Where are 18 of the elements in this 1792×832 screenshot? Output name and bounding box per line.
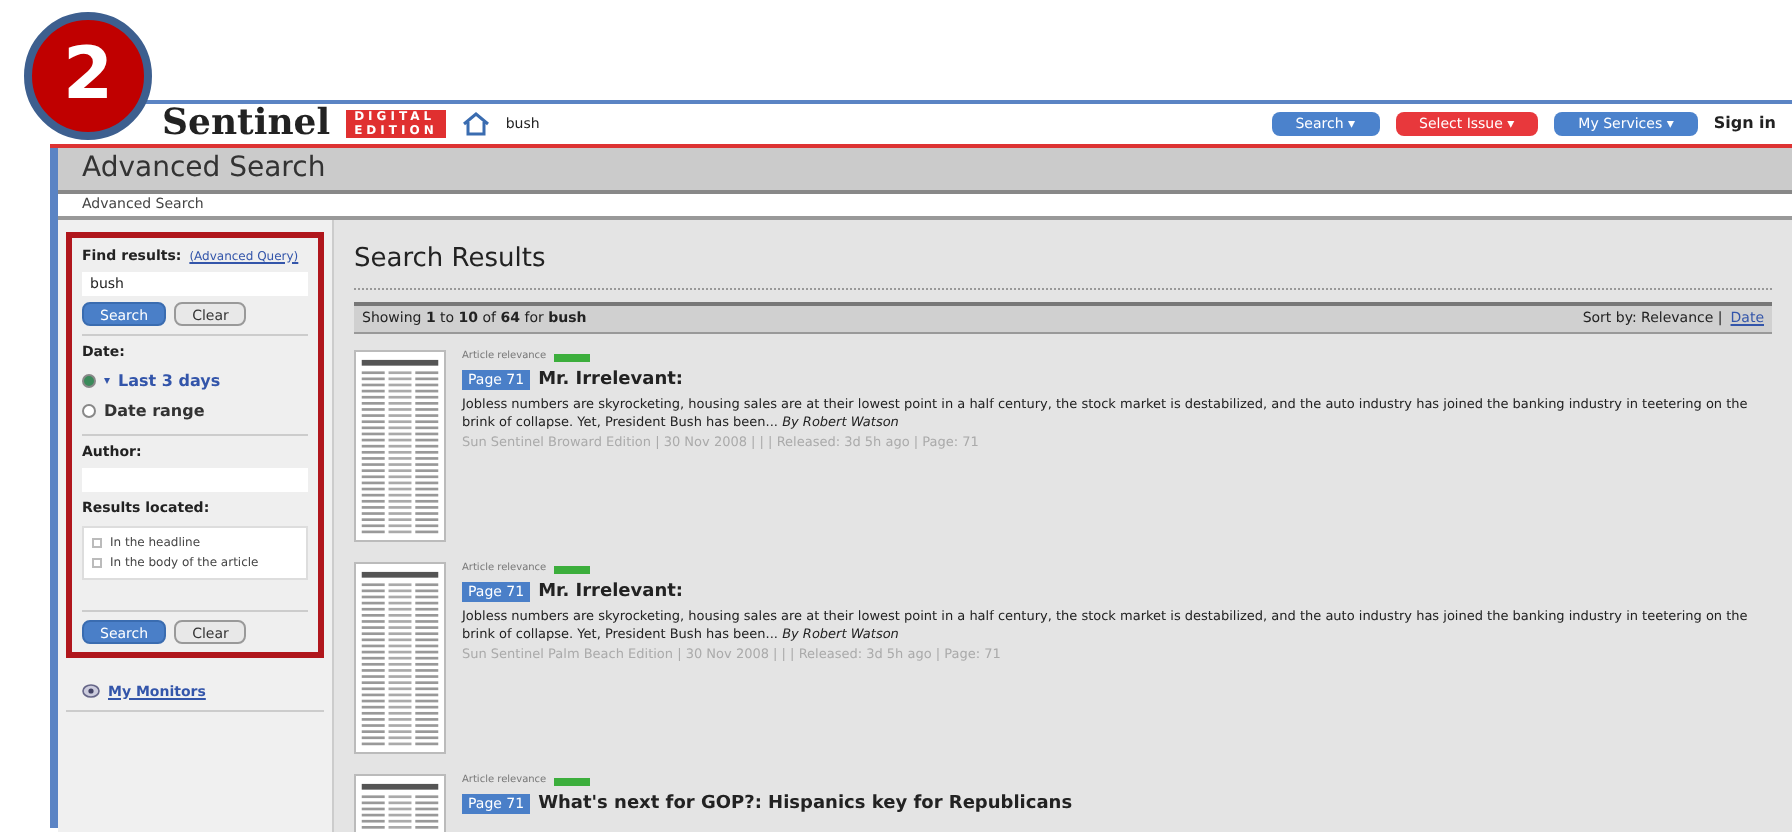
results-title: Search Results bbox=[354, 241, 548, 277]
date-option-label: Last 3 days bbox=[118, 369, 221, 393]
radio-button[interactable] bbox=[82, 404, 96, 418]
checkbox[interactable] bbox=[92, 557, 102, 567]
step-number-badge: 2 bbox=[24, 12, 152, 140]
newspaper-thumbnail[interactable] bbox=[354, 350, 446, 542]
logo-text: Sentinel bbox=[162, 106, 331, 142]
article-headline[interactable]: What's next for GOP?: Hispanics key for Republicans bbox=[538, 791, 1073, 818]
newspaper-thumbnail[interactable] bbox=[354, 562, 446, 754]
home-icon[interactable] bbox=[461, 112, 490, 136]
sign-in-link[interactable]: Sign in bbox=[1713, 112, 1776, 136]
date-option-label: Date range bbox=[104, 399, 205, 423]
eye-icon bbox=[82, 684, 100, 699]
page-title: Advanced Search bbox=[82, 150, 326, 188]
article-headline[interactable]: Mr. Irrelevant: bbox=[538, 579, 684, 606]
radio-button[interactable] bbox=[82, 374, 96, 388]
checkbox[interactable] bbox=[92, 537, 102, 547]
article-headline[interactable]: Mr. Irrelevant: bbox=[538, 367, 684, 394]
